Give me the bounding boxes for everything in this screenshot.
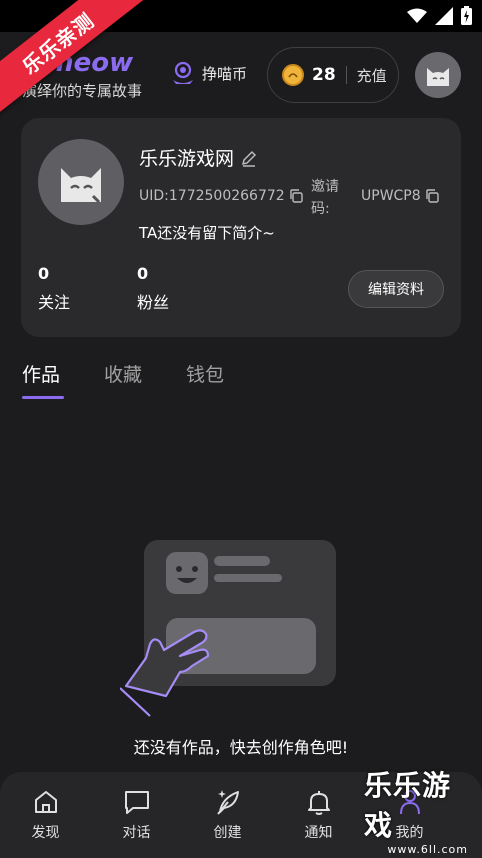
coin-count: 28 (312, 65, 336, 85)
profile-bio: TA还没有留下简介~ (139, 224, 275, 242)
following-stat[interactable]: 0 关注 (38, 264, 70, 313)
site-watermark: 乐乐游戏 www.6ll.com (364, 769, 482, 858)
username-text: 乐乐游戏网 (139, 148, 235, 170)
tab-works[interactable]: 作品 (22, 360, 65, 399)
followers-count: 0 (137, 264, 149, 283)
coin-balance-box[interactable]: 28 充值 (267, 47, 399, 103)
earn-icon (173, 61, 193, 84)
profile-card: 乐乐游戏网 UID:1772500266772 邀请码: UPWCP8 TA还没… (21, 118, 461, 337)
profile-username: 乐乐游戏网 (139, 144, 258, 171)
chat-icon (124, 791, 149, 814)
cat-face-icon (61, 168, 101, 204)
tab-wallet[interactable]: 钱包 (186, 360, 224, 399)
header-avatar[interactable] (415, 52, 461, 98)
nav-label: 通知 (304, 825, 333, 841)
content-tabs: 作品 收藏 钱包 (22, 360, 224, 399)
copy-icon[interactable] (289, 189, 303, 203)
feather-icon (216, 790, 239, 815)
profile-avatar[interactable] (38, 139, 124, 225)
edit-profile-button[interactable]: 编辑资料 (348, 270, 444, 308)
nav-label: 发现 (31, 825, 60, 841)
status-icons (407, 6, 472, 25)
copy-icon[interactable] (425, 189, 439, 203)
coin-separator (345, 66, 347, 84)
nav-label: 对话 (122, 825, 151, 841)
nav-chat[interactable]: 对话 (91, 772, 182, 858)
recharge-button[interactable]: 充值 (357, 65, 387, 86)
invite-code-row: UPWCP8 (361, 188, 439, 204)
nav-label: 创建 (213, 825, 242, 841)
empty-state-text: 还没有作品，快去创作角色吧! (133, 738, 349, 757)
following-label: 关注 (38, 293, 71, 312)
wifi-icon (407, 8, 427, 23)
following-count: 0 (38, 264, 50, 283)
edit-pencil-icon[interactable] (240, 149, 258, 167)
uid-text: UID:1772500266772 (139, 188, 285, 204)
bell-icon (307, 791, 330, 815)
battery-icon (461, 6, 472, 25)
watermark-sub: www.6ll.com (387, 843, 468, 856)
watermark-main: 乐乐游戏 (364, 769, 452, 842)
uid-row: UID:1772500266772 (139, 188, 303, 204)
invite-label: 邀请码: (311, 179, 339, 217)
empty-state-illustration (119, 540, 340, 720)
invite-code: UPWCP8 (361, 188, 421, 204)
cat-face-icon (427, 68, 449, 86)
signal-icon (435, 6, 453, 25)
home-icon (34, 791, 57, 813)
nav-notifications[interactable]: 通知 (273, 772, 364, 858)
tab-favorites[interactable]: 收藏 (104, 360, 142, 399)
followers-label: 粉丝 (137, 293, 170, 312)
nav-create[interactable]: 创建 (182, 772, 273, 858)
nav-discover[interactable]: 发现 (0, 772, 91, 858)
coin-icon (282, 64, 304, 86)
earn-label: 挣喵币 (202, 64, 248, 83)
followers-stat[interactable]: 0 粉丝 (137, 264, 169, 313)
earn-coins-button[interactable]: 挣喵币 (170, 60, 247, 86)
app-slogan: 演绎你的专属故事 (22, 82, 143, 100)
